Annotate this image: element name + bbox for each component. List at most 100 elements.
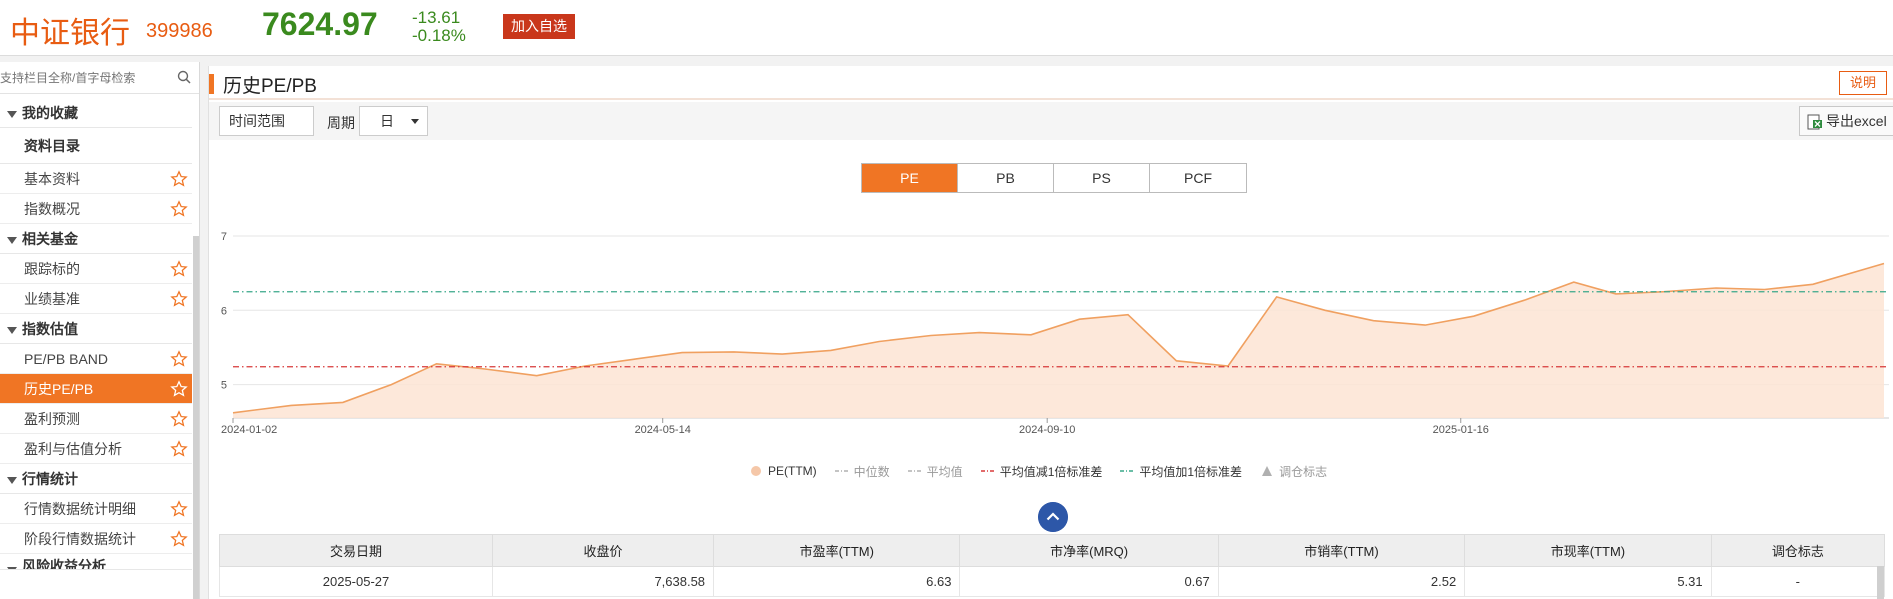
sidebar-group-label: 我的收藏 bbox=[22, 105, 78, 121]
legend-label: 中位数 bbox=[853, 464, 890, 479]
table-cell: 5.31 bbox=[1464, 566, 1712, 597]
legend-label: 调仓标志 bbox=[1279, 464, 1328, 479]
excel-icon bbox=[1807, 114, 1822, 130]
table-row: 2025-05-27 7,638.58 6.63 0.67 2.52 5.31- bbox=[219, 566, 1886, 597]
star-icon[interactable] bbox=[170, 350, 188, 368]
tab-pb[interactable]: PB bbox=[958, 164, 1054, 192]
sidebar-nav: 我的收藏 资料目录 基本资料指数概况相关基金跟踪标的业绩基准指数估值 PE/PB … bbox=[0, 98, 192, 570]
sidebar-item-label: 业绩基准 bbox=[24, 291, 80, 307]
x-tick-label: 2024-09-10 bbox=[1019, 424, 1075, 436]
tab-pe[interactable]: PE bbox=[862, 164, 958, 192]
sidebar-item-12[interactable]: 阶段行情数据统计 bbox=[0, 524, 192, 554]
star-icon[interactable] bbox=[170, 260, 188, 278]
column-header[interactable]: 市净率(MRQ) bbox=[959, 534, 1219, 567]
table-cell: 2.52 bbox=[1217, 566, 1466, 597]
main-panel: 历史PE/PB 说明 时间范围 周期 日 导出excel PE PB PS PCF 5… bbox=[208, 66, 1893, 599]
period-label: 周期 bbox=[327, 115, 355, 131]
sidebar-item-label: 相关基金 bbox=[22, 231, 78, 247]
sidebar-item-label: 盈利预测 bbox=[24, 411, 80, 427]
search-input[interactable] bbox=[0, 66, 170, 90]
column-header[interactable]: 收盘价 bbox=[491, 534, 715, 567]
help-button[interactable]: 说明 bbox=[1839, 71, 1887, 95]
add-to-watchlist-button[interactable]: 加入自选 bbox=[503, 14, 575, 39]
y-tick-label: 6 bbox=[221, 305, 227, 317]
export-excel-button[interactable]: 导出excel bbox=[1799, 106, 1893, 136]
sidebar-item-label: 风险收益分析 bbox=[22, 558, 106, 570]
sidebar: 我的收藏 资料目录 基本资料指数概况相关基金跟踪标的业绩基准指数估值 PE/PB … bbox=[0, 62, 200, 599]
star-icon[interactable] bbox=[170, 530, 188, 548]
star-icon[interactable] bbox=[170, 500, 188, 518]
collapse-triangle-icon bbox=[7, 237, 17, 244]
y-tick-label: 7 bbox=[221, 231, 227, 243]
time-range-button[interactable]: 时间范围 bbox=[219, 106, 314, 136]
column-header[interactable]: 交易日期 bbox=[219, 534, 493, 567]
table-header-row: 交易日期 收盘价 市盈率(TTM) 市净率(MRQ) 市销率(TTM) 市现率(TTM) 调… bbox=[219, 534, 1886, 567]
star-icon[interactable] bbox=[170, 290, 188, 308]
legend-label: PE(TTM) bbox=[768, 464, 817, 478]
legend-swatch bbox=[907, 470, 922, 472]
sidebar-group-2[interactable]: 相关基金 bbox=[0, 224, 192, 254]
pe-area-fill bbox=[233, 263, 1884, 418]
column-header[interactable]: 市现率(TTM) bbox=[1464, 534, 1712, 567]
index-change: -13.61 -0.18% bbox=[412, 9, 466, 45]
legend-swatch bbox=[1262, 466, 1273, 476]
sidebar-item-label: 指数概况 bbox=[24, 201, 80, 217]
sidebar-item-7[interactable]: 历史PE/PB bbox=[0, 374, 192, 404]
legend-label: 平均值 bbox=[926, 464, 963, 479]
tab-pcf[interactable]: PCF bbox=[1150, 164, 1246, 192]
legend-item-0[interactable]: PE(TTM) bbox=[749, 461, 817, 481]
sidebar-item-label: 盈利与估值分析 bbox=[24, 441, 122, 457]
legend-item-1[interactable]: 中位数 bbox=[834, 461, 890, 481]
sidebar-item-11[interactable]: 行情数据统计明细 bbox=[0, 494, 192, 524]
legend-swatch bbox=[980, 470, 995, 472]
column-header[interactable]: 市销率(TTM) bbox=[1217, 534, 1466, 567]
collapse-triangle-icon bbox=[7, 327, 17, 334]
legend-label: 平均值减1倍标准差 bbox=[999, 464, 1103, 479]
sidebar-catalog-title: 资料目录 bbox=[0, 128, 192, 164]
sidebar-item-6[interactable]: PE/PB BAND bbox=[0, 344, 192, 374]
chart-legend: PE(TTM) 中位数 平均值 平均值减1倍标准差 平均值加1倍标准差 调仓标志 bbox=[749, 461, 1345, 481]
star-icon[interactable] bbox=[170, 410, 188, 428]
sidebar-item-label: 跟踪标的 bbox=[24, 261, 80, 277]
collapse-triangle-icon bbox=[7, 111, 17, 118]
index-code: 399986 bbox=[146, 20, 213, 42]
legend-swatch bbox=[834, 470, 849, 472]
sidebar-item-3[interactable]: 跟踪标的 bbox=[0, 254, 192, 284]
sidebar-item-label: 阶段行情数据统计 bbox=[24, 531, 136, 547]
legend-item-4[interactable]: 平均值加1倍标准差 bbox=[1120, 461, 1242, 481]
period-select[interactable]: 日 bbox=[359, 106, 428, 136]
sidebar-group-favorites[interactable]: 我的收藏 bbox=[0, 98, 192, 128]
star-icon[interactable] bbox=[170, 170, 188, 188]
star-icon[interactable] bbox=[170, 380, 188, 398]
toolbar: 时间范围 周期 日 导出excel bbox=[209, 102, 1893, 140]
sidebar-item-4[interactable]: 业绩基准 bbox=[0, 284, 192, 314]
sidebar-item-8[interactable]: 盈利预测 bbox=[0, 404, 192, 434]
sidebar-item-0[interactable]: 基本资料 bbox=[0, 164, 192, 194]
sidebar-item-1[interactable]: 指数概况 bbox=[0, 194, 192, 224]
legend-swatch bbox=[751, 466, 761, 476]
app-root: 中证银行 399986 7624.97 -13.61 -0.18% 加入自选 我… bbox=[0, 0, 1893, 599]
star-icon[interactable] bbox=[170, 200, 188, 218]
sidebar-scrollbar[interactable] bbox=[193, 236, 199, 599]
chevron-up-icon[interactable] bbox=[1038, 502, 1068, 532]
legend-item-3[interactable]: 平均值减1倍标准差 bbox=[980, 461, 1103, 481]
sidebar-item-label: 行情数据统计明细 bbox=[24, 501, 136, 517]
sidebar-group-10[interactable]: 行情统计 bbox=[0, 464, 192, 494]
change-percent: -0.18% bbox=[412, 26, 466, 45]
column-header[interactable]: 调仓标志 bbox=[1710, 534, 1886, 567]
x-tick-label: 2025-01-16 bbox=[1433, 424, 1489, 436]
star-icon[interactable] bbox=[170, 440, 188, 458]
tab-ps[interactable]: PS bbox=[1054, 164, 1150, 192]
index-price: 7624.97 bbox=[262, 6, 378, 42]
sidebar-item-label: 历史PE/PB bbox=[24, 381, 94, 397]
index-header: 中证银行 399986 7624.97 -13.61 -0.18% 加入自选 bbox=[0, 0, 1893, 56]
sidebar-group-13[interactable]: 风险收益分析 bbox=[0, 554, 192, 570]
table-cell: 7,638.58 bbox=[491, 566, 715, 597]
legend-item-2[interactable]: 平均值 bbox=[907, 461, 963, 481]
sidebar-item-9[interactable]: 盈利与估值分析 bbox=[0, 434, 192, 464]
main-scrollbar[interactable] bbox=[1877, 566, 1884, 599]
legend-item-5[interactable]: 调仓标志 bbox=[1260, 461, 1327, 481]
sidebar-group-5[interactable]: 指数估值 bbox=[0, 314, 192, 344]
search-icon[interactable] bbox=[177, 70, 191, 84]
column-header[interactable]: 市盈率(TTM) bbox=[713, 534, 961, 567]
